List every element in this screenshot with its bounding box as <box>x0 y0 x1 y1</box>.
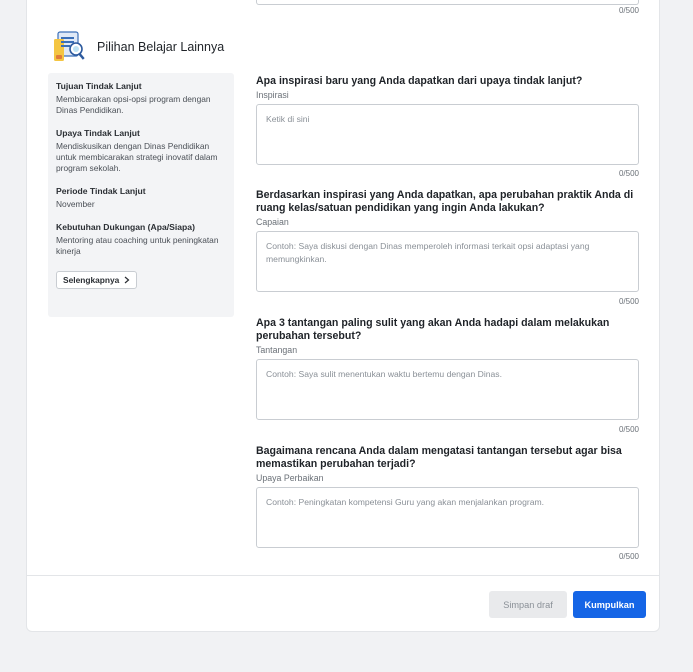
char-counter: 0/500 <box>618 552 639 561</box>
char-counter: 0/500 <box>618 169 639 178</box>
summary-period: Periode Tindak Lanjut November <box>56 186 226 210</box>
form-card: 0/500 Pilihan Belajar Lainnya Tujuan Tin… <box>26 0 660 632</box>
section-title: Pilihan Belajar Lainnya <box>97 40 225 54</box>
char-counter: 0/500 <box>618 425 639 434</box>
question-label: Tantangan <box>256 345 298 355</box>
question-capaian: Berdasarkan inspirasi yang Anda dapatkan… <box>256 189 639 292</box>
textarea-placeholder: Contoh: Saya sulit menentukan waktu bert… <box>266 369 502 379</box>
summary-label: Upaya Tindak Lanjut <box>56 128 140 138</box>
tantangan-textarea[interactable]: Contoh: Saya sulit menentukan waktu bert… <box>256 359 639 420</box>
summary-value: Mendiskusikan dengan Dinas Pendidikan un… <box>56 141 218 173</box>
capaian-textarea[interactable]: Contoh: Saya diskusi dengan Dinas memper… <box>256 231 639 292</box>
chevron-right-icon <box>124 276 130 284</box>
question-tantangan: Apa 3 tantangan paling sulit yang akan A… <box>256 317 639 420</box>
previous-textarea[interactable] <box>256 0 639 5</box>
save-draft-button[interactable]: Simpan draf <box>489 591 567 618</box>
submit-button[interactable]: Kumpulkan <box>573 591 646 618</box>
question-label: Inspirasi <box>256 90 289 100</box>
summary-label: Periode Tindak Lanjut <box>56 186 146 196</box>
section-header: Pilihan Belajar Lainnya <box>51 27 224 67</box>
char-counter: 0/500 <box>618 6 639 15</box>
question-text: Apa inspirasi baru yang Anda dapatkan da… <box>256 75 583 87</box>
textarea-placeholder: Contoh: Peningkatan kompetensi Guru yang… <box>266 497 545 507</box>
summary-label: Kebutuhan Dukungan (Apa/Siapa) <box>56 222 195 232</box>
summary-value: November <box>56 199 95 209</box>
learning-document-icon <box>54 31 85 61</box>
question-label: Capaian <box>256 217 289 227</box>
summary-value: Membicarakan opsi-opsi program dengan Di… <box>56 94 211 115</box>
question-text: Bagaimana rencana Anda dalam mengatasi t… <box>256 445 622 470</box>
char-counter: 0/500 <box>618 297 639 306</box>
summary-effort: Upaya Tindak Lanjut Mendiskusikan dengan… <box>56 128 226 174</box>
summary-support: Kebutuhan Dukungan (Apa/Siapa) Mentoring… <box>56 222 226 257</box>
question-inspirasi: Apa inspirasi baru yang Anda dapatkan da… <box>256 75 639 165</box>
footer-divider <box>27 575 659 576</box>
summary-label: Tujuan Tindak Lanjut <box>56 81 142 91</box>
summary-goal: Tujuan Tindak Lanjut Membicarakan opsi-o… <box>56 81 226 116</box>
question-label: Upaya Perbaikan <box>256 473 324 483</box>
upaya-perbaikan-textarea[interactable]: Contoh: Peningkatan kompetensi Guru yang… <box>256 487 639 548</box>
question-text: Berdasarkan inspirasi yang Anda dapatkan… <box>256 189 634 214</box>
followup-summary-panel: Tujuan Tindak Lanjut Membicarakan opsi-o… <box>48 73 234 317</box>
textarea-placeholder: Contoh: Saya diskusi dengan Dinas memper… <box>266 241 590 264</box>
see-more-label: Selengkapnya <box>63 275 120 285</box>
question-upaya-perbaikan: Bagaimana rencana Anda dalam mengatasi t… <box>256 445 639 548</box>
summary-value: Mentoring atau coaching untuk peningkata… <box>56 235 219 256</box>
textarea-placeholder: Ketik di sini <box>266 114 310 124</box>
see-more-button[interactable]: Selengkapnya <box>56 271 138 289</box>
question-text: Apa 3 tantangan paling sulit yang akan A… <box>256 317 610 342</box>
inspirasi-textarea[interactable]: Ketik di sini <box>256 104 639 165</box>
